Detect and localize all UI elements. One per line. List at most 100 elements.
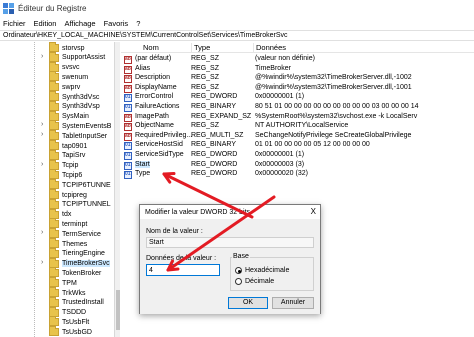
string-value-icon (124, 56, 132, 64)
string-value-icon (124, 113, 132, 122)
tree-item[interactable]: TermService (49, 228, 101, 239)
tree-item-label: TrustedInstall (62, 299, 104, 307)
value-row[interactable]: RequiredPrivileg...REG_MULTI_SZ SeChangeN… (121, 132, 474, 142)
tree-expander-icon[interactable]: › (41, 121, 47, 128)
dec-radio[interactable] (235, 278, 242, 285)
tree-scrollbar[interactable] (114, 42, 120, 337)
value-data: @%windir%\system32\TimeBrokerServer.dll,… (255, 74, 412, 82)
folder-icon (49, 189, 59, 199)
tree-item[interactable]: TrustedInstall (49, 296, 104, 308)
tree-expander-icon[interactable]: › (41, 131, 47, 138)
value-row[interactable]: ErrorControl REG_DWORD 0x00000001 (1) (121, 93, 474, 103)
tree-item-label: Synth3dVsp (62, 103, 100, 111)
value-data: %SystemRoot%\system32\svchost.exe -k Loc… (255, 112, 418, 120)
folder-icon (49, 228, 59, 239)
value-data: TimeBroker (255, 64, 291, 72)
tree-item[interactable]: Synth3dVsc (49, 91, 99, 102)
value-type: REG_DWORD (191, 170, 238, 178)
tree-item-label: SystemEventsB (62, 122, 112, 130)
binary-value-icon (124, 94, 132, 103)
folder-icon (49, 326, 59, 337)
value-data: 80 51 01 00 00 00 00 00 00 00 00 00 03 0… (255, 103, 419, 110)
folder-icon (49, 100, 59, 111)
value-name: (par défaut) (135, 55, 172, 62)
tree-item-label: TsUsbGD (62, 328, 92, 336)
value-row[interactable]: FailureActions REG_BINARY 80 51 01 00 00 0… (121, 103, 474, 113)
value-row[interactable]: Type REG_DWORD 0x00000020 (32) (121, 170, 474, 180)
value-type: REG_DWORD (191, 160, 238, 168)
tree-item[interactable]: TabletInputSer (49, 130, 107, 141)
ok-button[interactable]: OK (228, 297, 268, 309)
tree-item[interactable]: TieringEngine (49, 247, 105, 259)
column-header-type[interactable]: Type (191, 42, 210, 52)
cancel-button[interactable]: Annuler (272, 297, 314, 309)
value-row[interactable]: ImagePath REG_EXPAND_SZ%SystemRoot%\syste… (121, 113, 474, 123)
tree-item-label: tdx (62, 211, 72, 219)
string-value-icon (124, 75, 132, 84)
close-icon[interactable]: X (311, 207, 316, 216)
dialog-title: Modifier la valeur DWORD 32 bits (145, 209, 251, 216)
value-data-input[interactable]: 4 (146, 264, 220, 276)
tree-expander-icon[interactable]: › (41, 229, 47, 236)
folder-icon (49, 257, 59, 268)
value-row[interactable]: ServiceSidType REG_DWORD 0x00000001 (1) (121, 151, 474, 161)
tree-item-label: tcpipreg (62, 191, 87, 199)
edit-dword-dialog: Modifier la valeur DWORD 32 bits X Nom d… (139, 204, 321, 314)
tree-expander-icon[interactable]: › (41, 53, 47, 60)
string-value-icon (124, 123, 132, 132)
value-row[interactable]: Alias REG_SZ TimeBroker (121, 65, 474, 75)
folder-icon (49, 238, 59, 248)
menu-affichage[interactable]: Affichage (64, 19, 95, 28)
value-type: REG_SZ (191, 64, 220, 72)
tree-item[interactable]: TokenBroker (49, 267, 102, 278)
menu-fichier[interactable]: Fichier (3, 19, 26, 28)
tree-item[interactable]: SystemEventsB (49, 120, 112, 131)
value-row[interactable]: Start REG_DWORD 0x00000003 (3) (121, 160, 474, 171)
value-row[interactable]: ObjectName REG_SZ NT AUTHORITY\LocalServic… (121, 122, 474, 132)
folder-icon (49, 316, 59, 327)
column-header-data[interactable]: Données (253, 42, 286, 52)
value-data: 0x00000003 (3) (255, 160, 305, 168)
menu-favoris[interactable]: Favoris (104, 19, 129, 28)
menu-edition[interactable]: Edition (34, 19, 57, 28)
value-name: FailureActions (135, 103, 180, 110)
tree-item-label: TCPIPTUNNEL (62, 201, 111, 209)
value-name: Type (135, 170, 151, 178)
value-type: REG_BINARY (191, 103, 236, 110)
tree-item[interactable]: TCPIPTUNNEL (49, 198, 111, 210)
tree-item-label: TieringEngine (62, 250, 105, 258)
column-header-name[interactable]: Nom (143, 43, 159, 52)
menu-help[interactable]: ? (136, 19, 140, 28)
tree-item-label: TokenBroker (62, 269, 102, 277)
value-name-label: Nom de la valeur : (146, 228, 203, 235)
string-value-icon (124, 132, 132, 141)
tree-expander-icon[interactable]: › (41, 161, 47, 168)
tree-expander-icon[interactable]: › (41, 259, 47, 266)
hex-radio[interactable] (235, 267, 242, 274)
value-row[interactable]: Description REG_SZ @%windir%\system32\Time… (121, 74, 474, 84)
value-type: REG_DWORD (191, 93, 238, 101)
value-type: REG_SZ (191, 122, 220, 130)
value-row[interactable]: (par défaut) REG_SZ (valeur non définie) (121, 55, 474, 65)
tree-item[interactable]: TimeBrokerSvc (49, 257, 110, 269)
value-data: 0x00000020 (32) (255, 170, 308, 178)
value-type: REG_MULTI_SZ (191, 131, 244, 139)
dialog-body: Nom de la valeur : Start Données de la v… (140, 219, 320, 314)
dec-radio-label[interactable]: Décimale (245, 278, 274, 285)
menu-bar: Fichier Edition Affichage Favoris ? (0, 17, 474, 30)
hex-radio-label[interactable]: Hexadécimale (245, 267, 289, 274)
folder-icon (49, 287, 59, 297)
value-row[interactable]: ServiceHostSid REG_BINARY 01 01 00 00 00 0… (121, 141, 474, 151)
folder-icon (49, 149, 59, 160)
scrollbar-thumb[interactable] (116, 290, 120, 330)
address-bar[interactable]: Ordinateur\HKEY_LOCAL_MACHINE\SYSTEM\Cur… (0, 30, 474, 41)
value-row[interactable]: DisplayName REG_SZ @%windir%\system32\Time… (121, 84, 474, 94)
base-label: Base (232, 253, 250, 260)
tree-item[interactable]: TsUsbGD (49, 326, 92, 337)
folder-icon (49, 51, 59, 62)
tree-item[interactable]: TCPIP6TUNNE (49, 179, 111, 190)
tree-item[interactable]: SupportAssist (49, 51, 105, 63)
tree-item-label: Themes (62, 240, 88, 248)
value-name: ServiceHostSid (135, 141, 183, 149)
tree-item[interactable]: Synth3dVsp (49, 100, 100, 112)
